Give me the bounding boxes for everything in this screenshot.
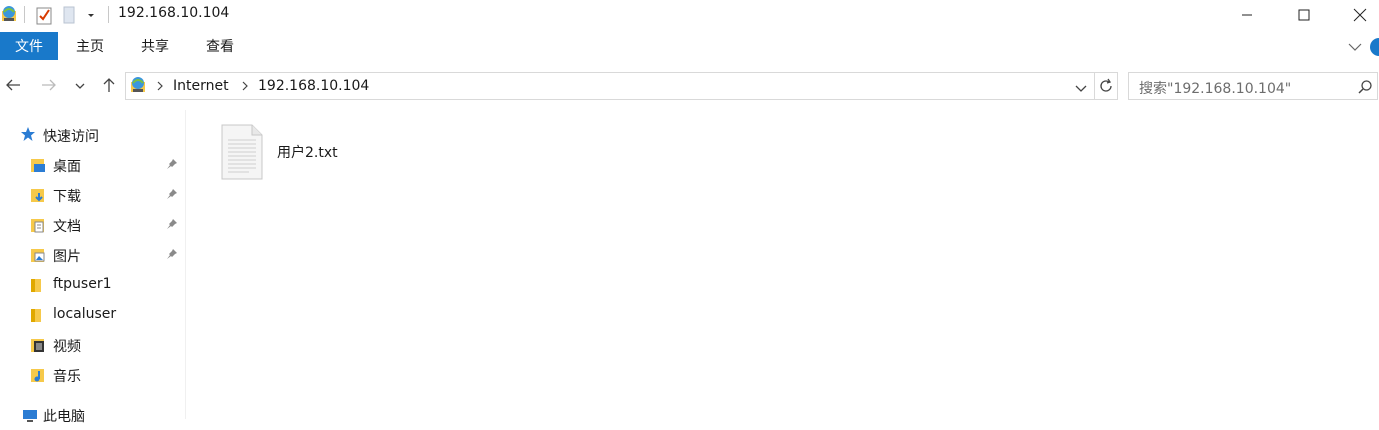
breadcrumb-internet[interactable]: Internet: [173, 78, 229, 94]
properties-icon[interactable]: [36, 5, 54, 29]
sidebar-item-localuser[interactable]: localuser: [0, 300, 186, 330]
search-box[interactable]: 搜索"192.168.10.104": [1128, 72, 1378, 100]
network-location-icon: [129, 76, 149, 100]
documents-folder-icon: [30, 217, 46, 237]
sidebar-item-label: 图片: [53, 249, 81, 265]
pin-icon[interactable]: [166, 218, 178, 234]
new-folder-icon[interactable]: [62, 5, 78, 29]
up-arrow-icon[interactable]: [100, 76, 118, 98]
sidebar-item-desktop[interactable]: 桌面: [0, 150, 186, 180]
maximize-button[interactable]: [1281, 0, 1327, 30]
address-bar[interactable]: Internet 192.168.10.104: [125, 72, 1095, 100]
sidebar-item-label: 此电脑: [43, 409, 85, 425]
close-icon: [1353, 8, 1366, 22]
sidebar-item-pictures[interactable]: 图片: [0, 240, 186, 270]
sidebar-item-quick-access[interactable]: 快速访问: [0, 120, 186, 150]
folder-icon: [30, 307, 46, 327]
file-name: 用户2.txt: [277, 145, 338, 161]
maximize-icon: [1298, 9, 1310, 21]
file-list: 用户2.txt: [187, 110, 1379, 419]
sidebar-item-label: localuser: [53, 306, 117, 322]
sidebar-item-label: 文档: [53, 219, 81, 235]
refresh-button[interactable]: [1094, 72, 1118, 100]
sidebar-item-this-pc[interactable]: 此电脑: [0, 400, 186, 430]
computer-icon: [22, 407, 38, 427]
minimize-button[interactable]: [1224, 0, 1270, 30]
sidebar-item-ftpuser1[interactable]: ftpuser1: [0, 270, 186, 300]
tab-view[interactable]: 查看: [194, 32, 246, 60]
forward-arrow-icon[interactable]: [40, 76, 58, 98]
sidebar-item-downloads[interactable]: 下载: [0, 180, 186, 210]
downloads-folder-icon: [30, 187, 46, 207]
pin-icon[interactable]: [166, 248, 178, 264]
network-location-icon: [0, 5, 20, 29]
window-title: 192.168.10.104: [118, 5, 230, 21]
tab-share[interactable]: 共享: [129, 32, 181, 60]
pin-icon[interactable]: [166, 188, 178, 204]
text-file-icon: [221, 124, 263, 184]
music-folder-icon: [30, 367, 46, 387]
sidebar-item-label: 下载: [53, 189, 81, 205]
sidebar-item-videos[interactable]: 视频: [0, 330, 186, 360]
sidebar-item-label: ftpuser1: [53, 276, 112, 292]
navigation-pane: 快速访问 桌面 下载 文档 图片 ftpuser1 localuser 视频 音…: [0, 110, 186, 425]
pin-icon[interactable]: [166, 158, 178, 174]
sidebar-item-label: 视频: [53, 339, 81, 355]
tab-home[interactable]: 主页: [64, 32, 116, 60]
sidebar-item-label: 快速访问: [43, 129, 99, 145]
breadcrumb-host[interactable]: 192.168.10.104: [258, 78, 369, 94]
sidebar-item-label: 音乐: [53, 369, 81, 385]
ribbon-tabs: 文件 主页 共享 查看: [0, 30, 1379, 62]
tab-file[interactable]: 文件: [0, 32, 58, 60]
refresh-icon: [1099, 78, 1112, 92]
desktop-folder-icon: [30, 157, 46, 177]
back-arrow-icon[interactable]: [4, 76, 22, 98]
pictures-folder-icon: [30, 247, 46, 267]
breadcrumb-chevron-icon[interactable]: [241, 79, 249, 97]
breadcrumb-chevron-icon[interactable]: [156, 79, 164, 97]
folder-icon: [30, 277, 46, 297]
help-icon[interactable]: [1370, 38, 1379, 56]
sidebar-item-label: 桌面: [53, 159, 81, 175]
minimize-icon: [1242, 14, 1252, 16]
expand-ribbon-chevron-icon[interactable]: [1347, 40, 1363, 56]
address-history-chevron-icon[interactable]: [1074, 82, 1088, 98]
videos-folder-icon: [30, 337, 46, 357]
address-row: Internet 192.168.10.104 搜索"192.168.10.10…: [0, 62, 1379, 110]
customize-toolbar-chevron-icon[interactable]: [86, 8, 96, 26]
file-item[interactable]: 用户2.txt: [217, 122, 377, 182]
search-input[interactable]: 搜索"192.168.10.104": [1139, 78, 1291, 98]
star-icon: [20, 126, 36, 146]
recent-locations-chevron-icon[interactable]: [74, 80, 86, 96]
search-icon[interactable]: [1357, 79, 1373, 99]
sidebar-item-music[interactable]: 音乐: [0, 360, 186, 390]
title-bar: 192.168.10.104: [0, 0, 1379, 30]
close-button[interactable]: [1340, 0, 1379, 30]
sidebar-item-documents[interactable]: 文档: [0, 210, 186, 240]
